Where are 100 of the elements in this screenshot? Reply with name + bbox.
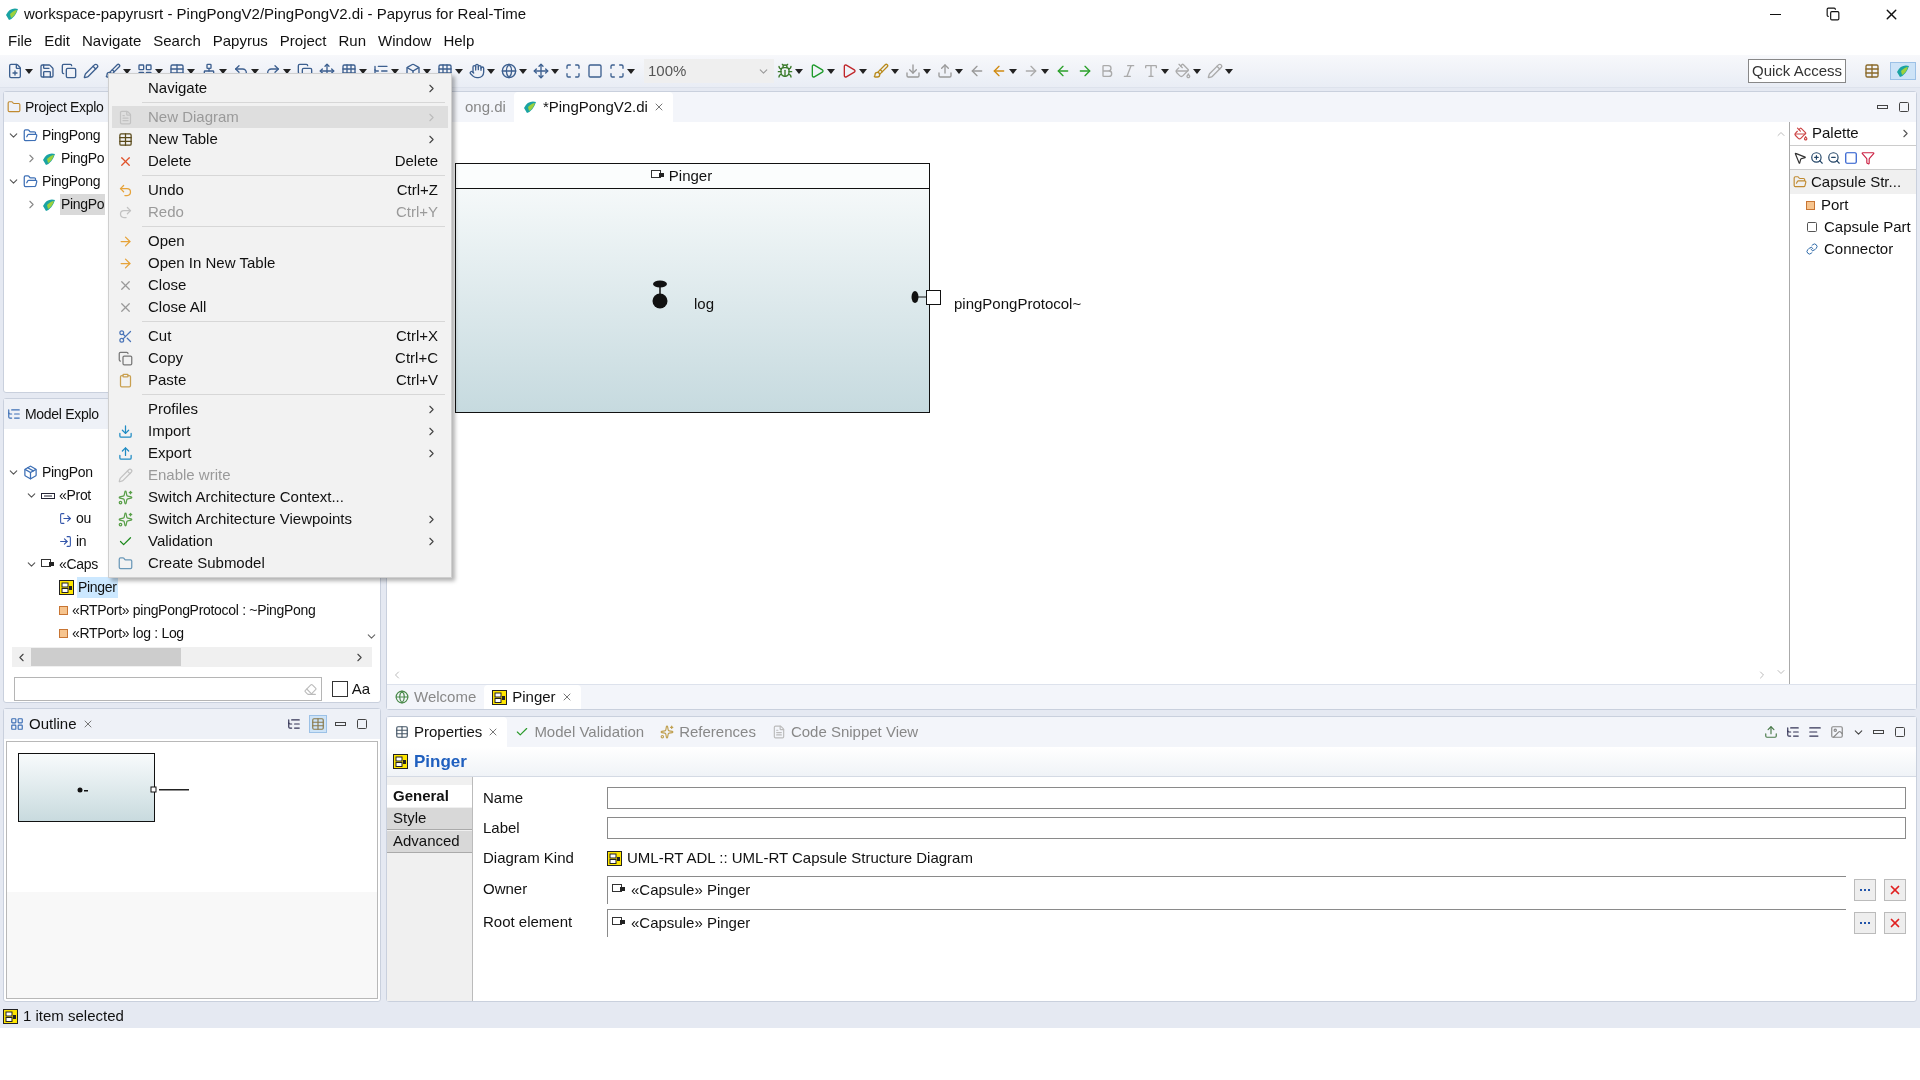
select-tool-icon[interactable] xyxy=(1793,150,1807,165)
menu-item[interactable]: Close All xyxy=(112,296,448,318)
menu-item[interactable]: Copy Ctrl+C xyxy=(112,347,448,369)
line-color-icon xyxy=(1207,63,1223,79)
filter-tool-icon[interactable] xyxy=(1861,150,1875,165)
open-arrow-icon xyxy=(118,233,133,249)
menu-bar-item[interactable]: Project xyxy=(273,30,333,53)
caret-icon xyxy=(955,68,963,74)
scrollbar-thumb[interactable] xyxy=(31,648,181,666)
caret-icon xyxy=(891,68,899,74)
tab[interactable]: Pinger xyxy=(484,685,581,709)
right-arrow-icon xyxy=(1077,63,1093,79)
palette-tool[interactable]: Port xyxy=(1821,193,1849,217)
zoom-out-icon[interactable] xyxy=(1827,150,1841,165)
maximize-icon[interactable] xyxy=(356,718,368,730)
tree-item[interactable]: «RTPort» log : Log xyxy=(71,623,185,644)
tree-item[interactable]: «RTPort» pingPongProtocol : ~PingPong xyxy=(71,600,317,621)
minimize-icon[interactable] xyxy=(335,722,346,726)
menu-bar-item[interactable]: Help xyxy=(437,30,481,53)
maximize-icon[interactable] xyxy=(1898,101,1910,113)
caret-icon xyxy=(487,68,495,74)
menu-item[interactable]: Validation xyxy=(112,530,448,552)
internal-port-icon[interactable] xyxy=(651,280,669,310)
minimize-icon[interactable] xyxy=(1873,730,1884,734)
export-icon[interactable] xyxy=(1764,725,1778,739)
text-field[interactable] xyxy=(607,787,1906,809)
align-icon[interactable] xyxy=(1808,725,1822,739)
remove-button[interactable] xyxy=(1884,878,1906,901)
marquee-tool-icon[interactable] xyxy=(1844,150,1858,165)
text-field[interactable] xyxy=(607,817,1906,839)
menu-item[interactable]: Paste Ctrl+V xyxy=(112,369,448,391)
panel-title[interactable]: Project Explo xyxy=(25,96,104,118)
overview-toggle-icon[interactable] xyxy=(309,715,327,733)
menu-item[interactable]: Delete Delete xyxy=(112,150,448,172)
menu-item[interactable]: Switch Architecture Context... xyxy=(112,486,448,508)
tree-view-icon[interactable] xyxy=(287,717,301,731)
menu-item[interactable]: Create Submodel xyxy=(112,552,448,574)
tree-item[interactable]: Pinger xyxy=(77,577,118,598)
port-icon xyxy=(59,629,68,638)
tree-item[interactable]: PingPo xyxy=(60,148,106,169)
panel-title[interactable]: Model Explo xyxy=(25,403,99,425)
tree-view-icon[interactable] xyxy=(1786,725,1800,739)
menu-item[interactable]: New Table xyxy=(112,128,448,150)
menu-item[interactable]: Open xyxy=(112,230,448,252)
tree-item[interactable]: PingPong xyxy=(41,125,102,146)
tab[interactable]: Properties xyxy=(387,717,508,747)
panel-title[interactable]: Outline xyxy=(29,712,77,736)
tree-item[interactable]: «Prot xyxy=(58,485,92,506)
menu-bar-item[interactable]: Papyrus xyxy=(206,30,274,53)
menu-item[interactable]: Open In New Table xyxy=(112,252,448,274)
sparkle-icon xyxy=(118,511,133,527)
field-label: Label xyxy=(482,817,521,838)
checkbox[interactable] xyxy=(331,681,348,697)
tree-item[interactable]: PingPon xyxy=(41,462,94,483)
filter-field[interactable] xyxy=(14,677,322,701)
resize-icon xyxy=(533,63,549,79)
menu-item[interactable]: Import xyxy=(112,420,448,442)
remove-button[interactable] xyxy=(1884,911,1906,934)
menu-item[interactable]: Profiles xyxy=(112,398,448,420)
reference-field[interactable]: «Capsule» Pinger xyxy=(607,875,1846,904)
quick-access-field[interactable]: Quick Access xyxy=(1747,59,1846,83)
menu-bar-item[interactable]: Window xyxy=(372,30,438,53)
border-port-icon[interactable] xyxy=(911,289,942,305)
menu-item[interactable]: Export xyxy=(112,442,448,464)
menu-bar-item[interactable]: Navigate xyxy=(76,30,148,53)
menu-bar-item[interactable]: File xyxy=(2,30,39,53)
browse-button[interactable] xyxy=(1854,878,1876,901)
menu-item[interactable]: Navigate xyxy=(112,77,448,99)
menu-bar-item[interactable]: Edit xyxy=(38,30,77,53)
tree-item[interactable]: «Caps xyxy=(58,554,99,575)
palette-tool[interactable]: Connector xyxy=(1824,237,1894,261)
hand-icon xyxy=(469,63,485,79)
palette-drawer[interactable]: Capsule Str... xyxy=(1790,170,1916,194)
menu-item[interactable]: Switch Architecture Viewpoints xyxy=(112,508,448,530)
tree-item[interactable]: ou xyxy=(75,508,92,529)
image-icon[interactable] xyxy=(1830,725,1844,739)
zoom-in-icon[interactable] xyxy=(1810,150,1824,165)
menu-item[interactable]: Cut Ctrl+X xyxy=(112,325,448,347)
left-arrow-icon xyxy=(1055,63,1071,79)
browse-button[interactable] xyxy=(1854,911,1876,934)
section-tab[interactable]: Advanced xyxy=(387,831,472,853)
zoom-combo[interactable]: 100% xyxy=(644,59,774,83)
undo-icon xyxy=(118,182,133,198)
section-tab[interactable]: Style xyxy=(387,808,472,830)
menu-item[interactable]: Close xyxy=(112,274,448,296)
tree-item[interactable]: PingPong xyxy=(41,171,102,192)
menu-item[interactable]: Undo Ctrl+Z xyxy=(112,179,448,201)
palette-tool[interactable]: Capsule Part xyxy=(1824,215,1911,239)
section-tab[interactable]: General xyxy=(387,785,472,807)
minimize-icon[interactable] xyxy=(1877,105,1888,109)
tab[interactable]: *PingPongV2.di xyxy=(513,92,673,122)
reference-field[interactable]: «Capsule» Pinger xyxy=(607,908,1846,937)
menu-bar-item[interactable]: Search xyxy=(147,30,207,53)
back-history-icon xyxy=(969,63,985,79)
tree-item[interactable]: PingPo xyxy=(60,194,106,215)
diagram-icon xyxy=(607,850,622,866)
maximize-icon[interactable] xyxy=(1894,726,1906,738)
menu-bar-item[interactable]: Run xyxy=(332,30,372,53)
tree-item[interactable]: in xyxy=(75,531,88,552)
port-icon xyxy=(1806,200,1815,210)
